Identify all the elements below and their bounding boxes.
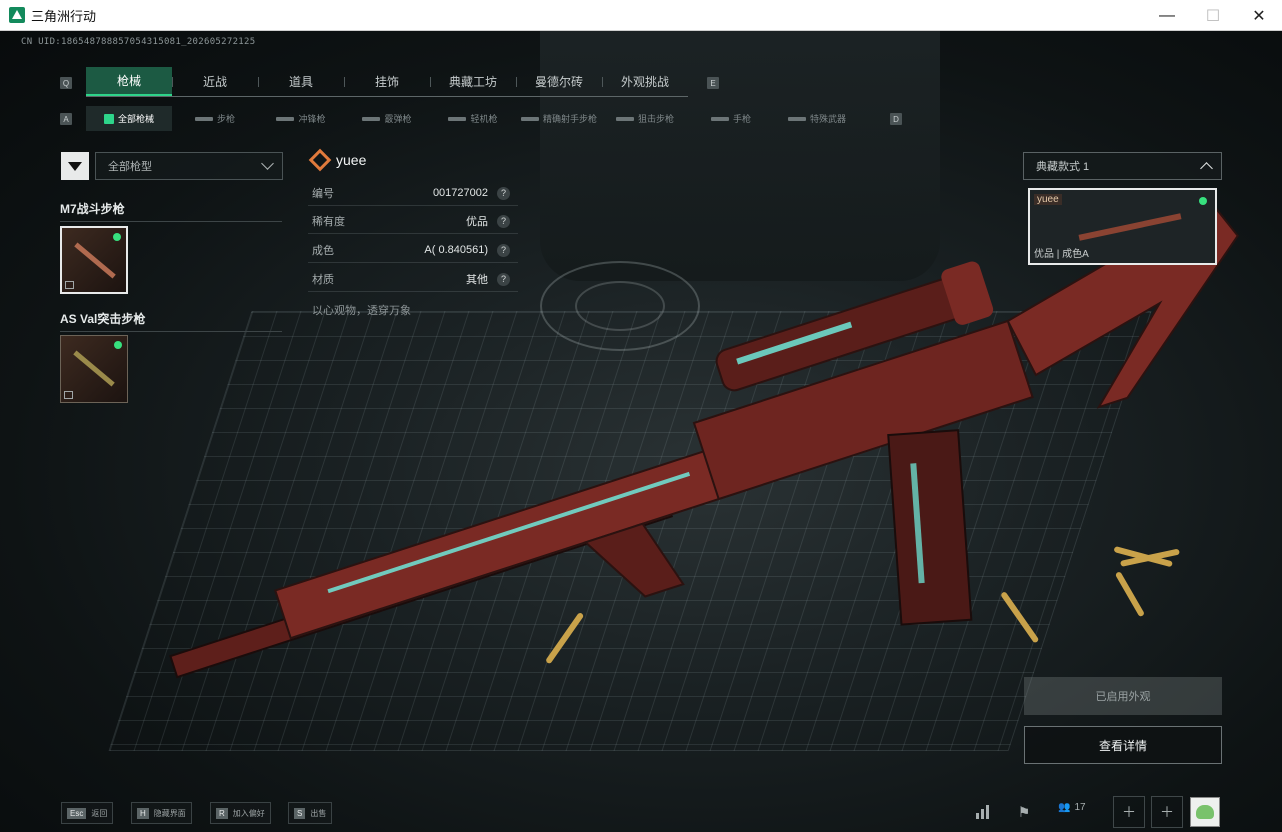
flag-icon[interactable]: ⚑ [1008,796,1040,828]
lmg-icon [448,116,467,121]
stats-icon[interactable] [966,796,998,828]
style-card-tag: yuee [1034,194,1062,205]
weapon-handguard [274,440,749,640]
subtab-special[interactable]: 特殊武器 [774,106,860,131]
special-weapon-icon [787,116,806,121]
tab-melee[interactable]: 近战 [172,67,258,96]
app-logo-icon [9,7,25,23]
hint-back[interactable]: Esc 返回 [61,802,114,824]
subtab-pistols[interactable]: 手枪 [688,106,774,131]
rifle-icon [194,116,213,121]
help-icon[interactable]: ? [497,214,510,228]
dmr-icon [520,116,539,121]
skin-thumbnail-m7[interactable] [60,226,128,294]
friends-indicator[interactable]: 👥 17 [1058,802,1086,813]
shotgun-icon [362,116,381,121]
equipped-indicator [114,341,122,349]
tab-items[interactable]: 道具 [258,67,344,96]
filter-button[interactable] [61,152,89,180]
info-row-rarity: 稀有度 优品 ? [308,209,518,234]
tab-mandel-brick[interactable]: 曼德尔砖 [516,67,602,96]
help-icon[interactable]: ? [497,243,510,257]
style-card-caption: 优品 | 成色A [1034,249,1089,260]
window-title: 三角洲行动 [31,8,97,24]
subtab-smg[interactable]: 冲锋枪 [258,106,344,131]
tab-charms[interactable]: 挂饰 [344,67,430,96]
main-tab-bar: 枪械 近战 道具 挂饰 典藏工坊 曼德尔砖 外观挑战 [86,67,688,97]
subtab-dmr[interactable]: 精确射手步枪 [516,106,602,131]
weapon-magazine [887,429,973,626]
help-icon[interactable]: ? [497,186,510,200]
info-row-serial: 编号 001727002 ? [308,181,518,206]
tab-left-key-hint: Q [60,77,72,89]
weapon-thumbnail-image [74,242,116,279]
player-uid: CN UID:1865487888570543150​81_2026052721… [21,37,256,47]
equipped-indicator [113,233,121,241]
subtab-all-guns[interactable]: 全部枪械 [86,106,172,131]
image-icon [64,391,73,399]
group-title-asval: AS Val突击步枪 [60,310,282,332]
collection-style-card[interactable]: yuee 优品 | 成色A [1028,188,1217,265]
chevron-down-icon [261,157,274,170]
tab-right-key-hint: E [707,77,719,89]
subtab-left-key-hint: A [60,113,72,125]
subtab-sniper[interactable]: 狙击步枪 [602,106,688,131]
tab-collection-workshop[interactable]: 典藏工坊 [430,67,516,96]
player-avatar[interactable] [1190,797,1220,827]
collection-style-select[interactable]: 典藏款式 1 [1023,152,1222,180]
filter-icon [68,161,82,171]
view-details-button[interactable]: 查看详情 [1024,726,1222,764]
info-row-material: 材质 其他 ? [308,267,518,292]
chevron-up-icon [1200,162,1213,175]
collection-style-value: 典藏款式 1 [1036,161,1090,173]
hint-sell[interactable]: S 出售 [288,802,333,824]
skin-slogan: 以心观物，透穿万象 [312,305,411,317]
subtab-shotguns[interactable]: 霰弹枪 [344,106,430,131]
help-icon[interactable]: ? [497,272,510,286]
window-controls: — ☐ ✕ [1144,0,1282,31]
info-row-wear: 成色 A( 0.840561) ? [308,238,518,263]
window-titlebar: 三角洲行动 — ☐ ✕ [0,0,1282,31]
minimize-button[interactable]: — [1144,0,1190,31]
applied-appearance-button[interactable]: 已启用外观 [1024,677,1222,715]
close-button[interactable]: ✕ [1236,0,1282,31]
maximize-button[interactable]: ☐ [1190,0,1236,31]
grid-icon [103,113,114,124]
hint-hide-ui[interactable]: H 隐藏界面 [131,802,192,824]
pistol-icon [710,116,729,121]
weapon-category-tabs: 全部枪械 步枪 冲锋枪 霰弹枪 轻机枪 精确射手步枪 狙击步枪 手枪 特殊武器 [86,106,860,131]
skin-name: yuee [336,152,367,168]
skin-thumbnail-asval[interactable] [60,335,128,403]
subtab-right-key-hint: D [890,113,902,125]
subtab-lmg[interactable]: 轻机枪 [430,106,516,131]
style-card-weapon-image [1078,213,1182,241]
add-slot-button-2[interactable]: ＋ [1151,796,1183,828]
hint-add-favorite[interactable]: R 加入偏好 [210,802,271,824]
weapon-type-value: 全部枪型 [108,161,152,173]
bottom-bar: Esc 返回 H 隐藏界面 R 加入偏好 S 出售 ⚑ 👥 17 ＋ ＋ [0,792,1282,832]
group-title-m7: M7战斗步枪 [60,200,282,222]
subtab-rifles[interactable]: 步枪 [172,106,258,131]
smg-icon [276,116,295,121]
friends-icon: 👥 [1058,802,1071,813]
tab-guns[interactable]: 枪械 [86,67,172,96]
frog-avatar-icon [1196,805,1214,819]
game-viewport: CN UID:1865487888570543150​81_2026052721… [0,31,1282,832]
friends-count: 17 [1074,802,1086,813]
tab-appearance-challenge[interactable]: 外观挑战 [602,67,688,96]
sniper-icon [615,116,634,121]
weapon-thumbnail-image [73,350,115,387]
image-icon [65,281,74,289]
weapon-type-select[interactable]: 全部枪型 [95,152,283,180]
add-slot-button-1[interactable]: ＋ [1113,796,1145,828]
equipped-indicator [1199,197,1207,205]
